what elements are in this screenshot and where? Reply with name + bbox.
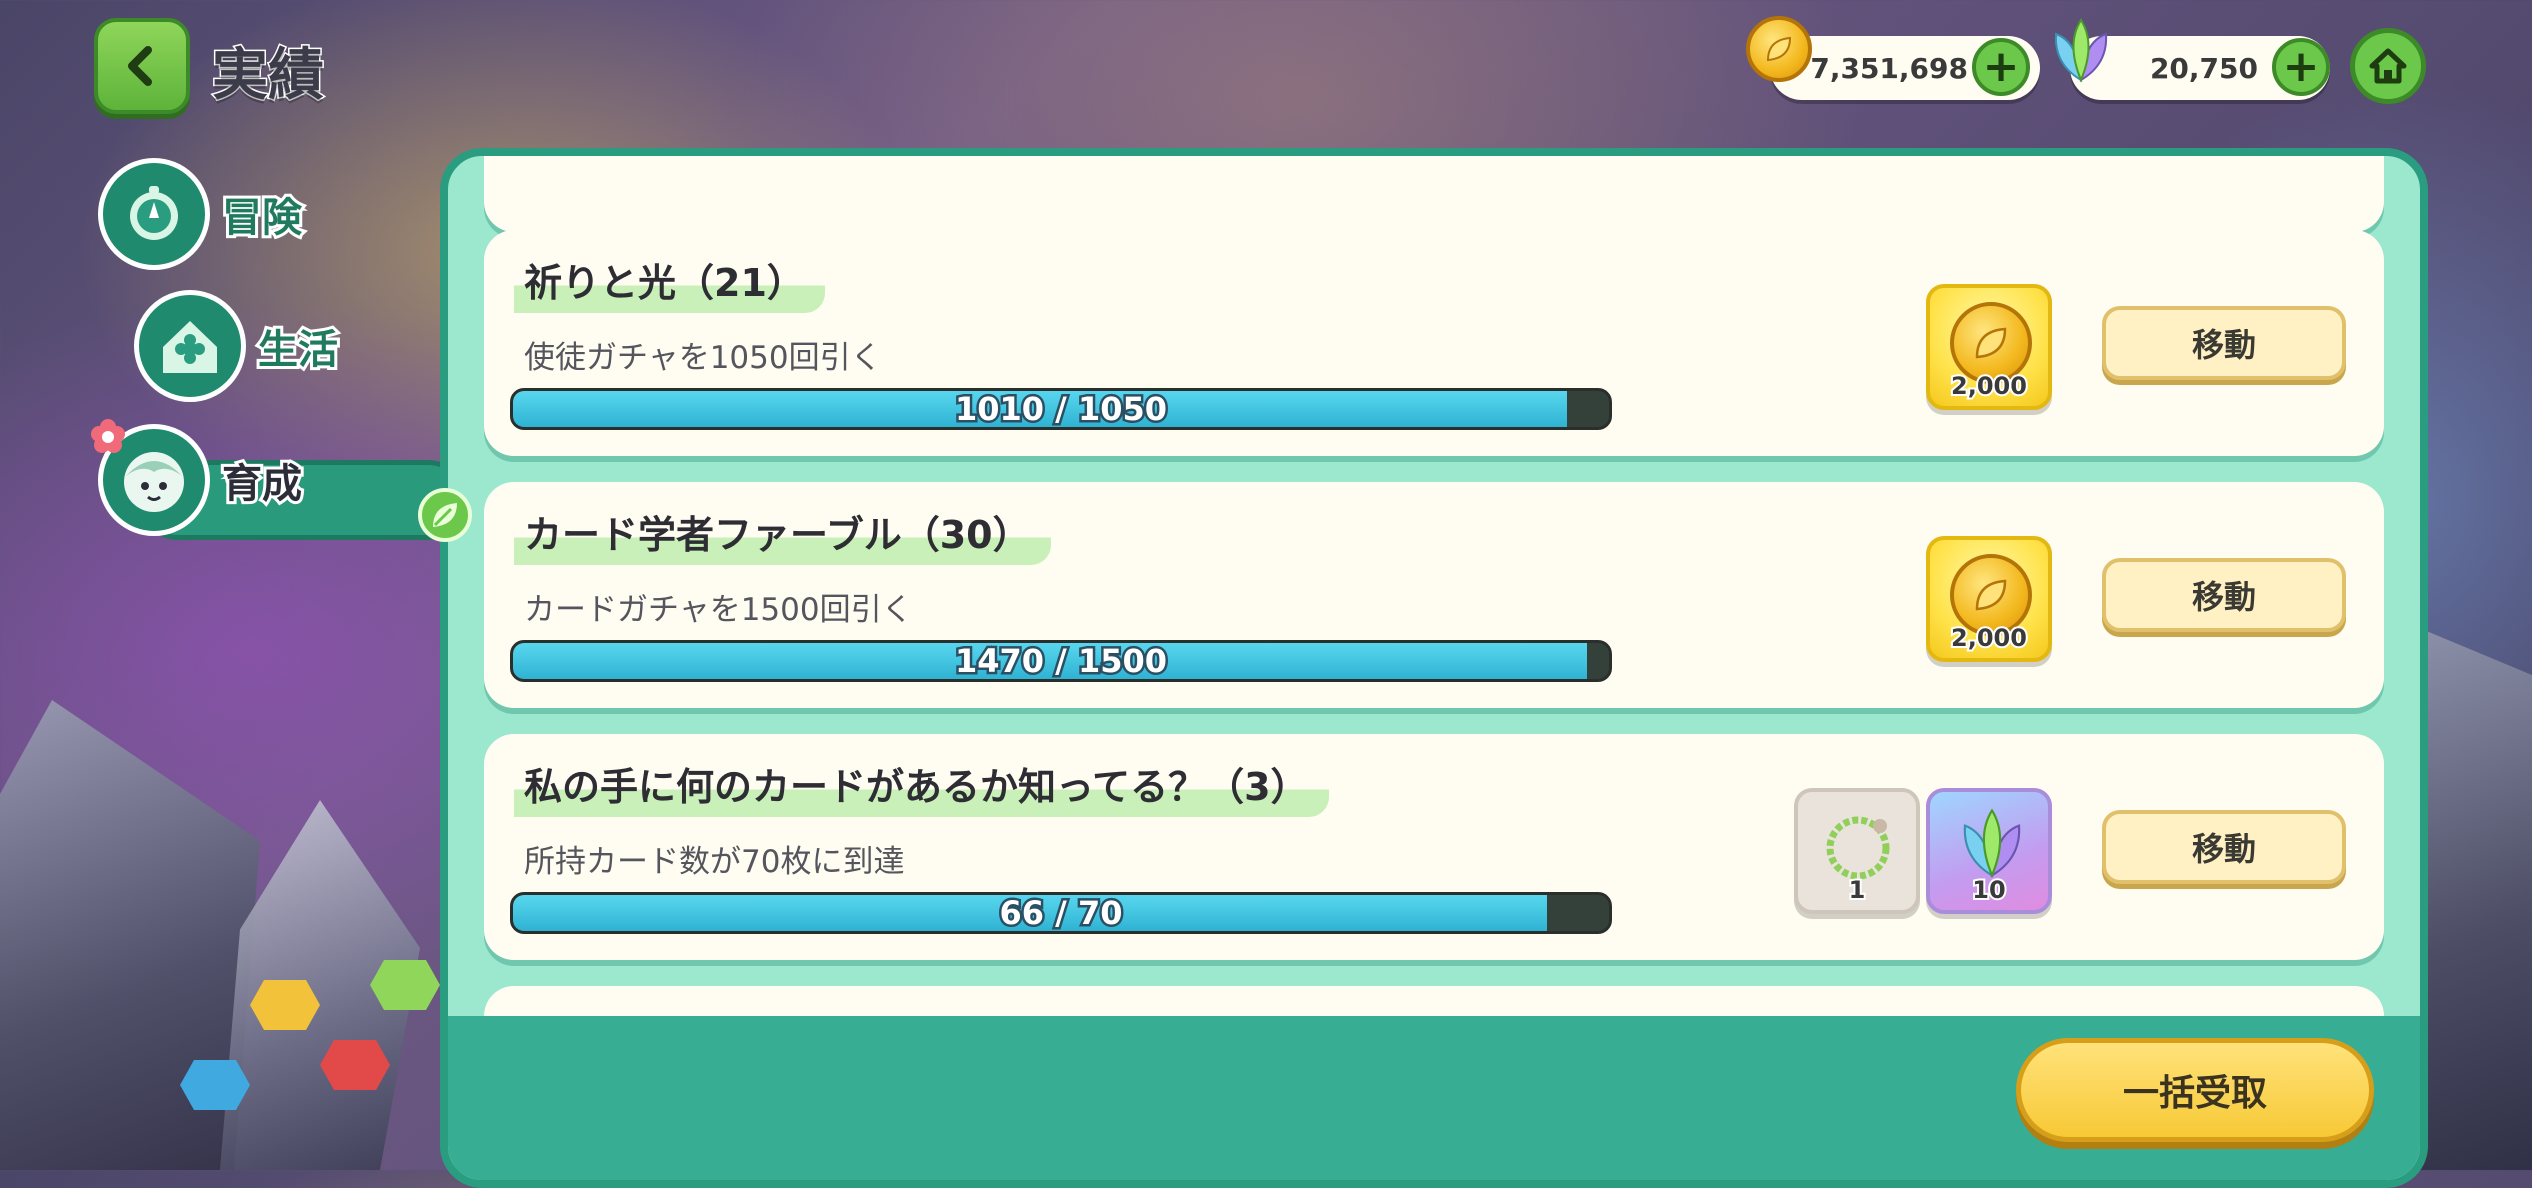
go-button[interactable]: 移動 bbox=[2102, 558, 2346, 632]
chevron-left-icon bbox=[128, 46, 152, 86]
category-tab-life[interactable]: 生活 bbox=[134, 290, 341, 402]
leaf-icon bbox=[418, 488, 472, 542]
achievement-title: 私の手に何のカードがあるか知ってる？（3） bbox=[514, 756, 1329, 817]
achievement-progress-bar: 66 / 70 bbox=[510, 892, 1612, 934]
home-icon bbox=[2369, 48, 2407, 84]
achievement-progress-bar: 1010 / 1050 bbox=[510, 388, 1612, 430]
background-gem bbox=[320, 1040, 390, 1090]
reward-count: 10 bbox=[1970, 874, 2007, 906]
reward-count: 1 bbox=[1847, 874, 1868, 906]
reward-coin[interactable]: 2,000 bbox=[1926, 536, 2052, 662]
add-coins-button[interactable]: + bbox=[1972, 38, 2030, 96]
background-gem bbox=[370, 960, 440, 1010]
category-tab-training[interactable]: 育成 bbox=[91, 419, 472, 542]
page-title: 実績 bbox=[211, 42, 326, 110]
background-gem bbox=[250, 980, 320, 1030]
add-leaf-gems-button[interactable]: + bbox=[2272, 38, 2330, 96]
achievement-card: カード学者ファーブル（30） カードガチャを1500回引く 1470 / 150… bbox=[484, 482, 2384, 708]
coin-balance-value: 7,351,698 bbox=[1810, 51, 1968, 85]
compass-icon bbox=[98, 158, 210, 270]
achievement-description: カードガチャを1500回引く bbox=[524, 592, 913, 628]
category-tab-adventure[interactable]: 冒険 bbox=[98, 158, 305, 270]
home-button[interactable] bbox=[2350, 28, 2426, 104]
reward-count: 2,000 bbox=[1949, 622, 2029, 654]
achievement-card-partial bbox=[484, 986, 2384, 1016]
category-label: 冒険 bbox=[219, 192, 305, 244]
reward-coin[interactable]: 2,000 bbox=[1926, 284, 2052, 410]
leaf-gem-icon bbox=[1963, 808, 2021, 879]
progress-text: 1010 / 1050 bbox=[952, 390, 1169, 428]
achievement-title: カード学者ファーブル（30） bbox=[514, 504, 1051, 565]
reward-count: 2,000 bbox=[1949, 370, 2029, 402]
claim-all-button[interactable]: 一括受取 bbox=[2016, 1038, 2374, 1142]
coin-icon bbox=[1746, 16, 1812, 82]
reward-ring[interactable]: 1 bbox=[1794, 788, 1920, 914]
achievement-description: 使徒ガチャを1050回引く bbox=[524, 340, 882, 376]
achievement-panel: 祈りと光（21） 使徒ガチャを1050回引く 1010 / 1050 2,000… bbox=[440, 148, 2428, 1188]
leaf-gem-icon bbox=[2054, 18, 2108, 83]
category-label: 生活 bbox=[255, 324, 341, 376]
ring-icon bbox=[1826, 816, 1890, 880]
achievement-progress-bar: 1470 / 1500 bbox=[510, 640, 1612, 682]
achievement-card: 祈りと光（21） 使徒ガチャを1050回引く 1010 / 1050 2,000… bbox=[484, 230, 2384, 456]
back-button[interactable] bbox=[94, 18, 190, 114]
house-clover-icon bbox=[134, 290, 246, 402]
achievement-title: 祈りと光（21） bbox=[514, 252, 825, 313]
progress-text: 1470 / 1500 bbox=[952, 642, 1169, 680]
go-button[interactable]: 移動 bbox=[2102, 810, 2346, 884]
achievement-list[interactable]: 祈りと光（21） 使徒ガチャを1050回引く 1010 / 1050 2,000… bbox=[448, 156, 2420, 1016]
achievement-description: 所持カード数が70枚に到達 bbox=[524, 844, 905, 880]
background-gem bbox=[180, 1060, 250, 1110]
category-label: 育成 bbox=[219, 458, 305, 510]
achievement-card: 私の手に何のカードがあるか知ってる？（3） 所持カード数が70枚に到達 66 /… bbox=[484, 734, 2384, 960]
achievement-card-partial bbox=[484, 156, 2384, 232]
progress-text: 66 / 70 bbox=[997, 894, 1125, 932]
notification-flower-icon bbox=[91, 419, 125, 453]
reward-leaf-gem[interactable]: 10 bbox=[1926, 788, 2052, 914]
go-button[interactable]: 移動 bbox=[2102, 306, 2346, 380]
leaf-gem-balance-value: 20,750 bbox=[2149, 51, 2258, 85]
